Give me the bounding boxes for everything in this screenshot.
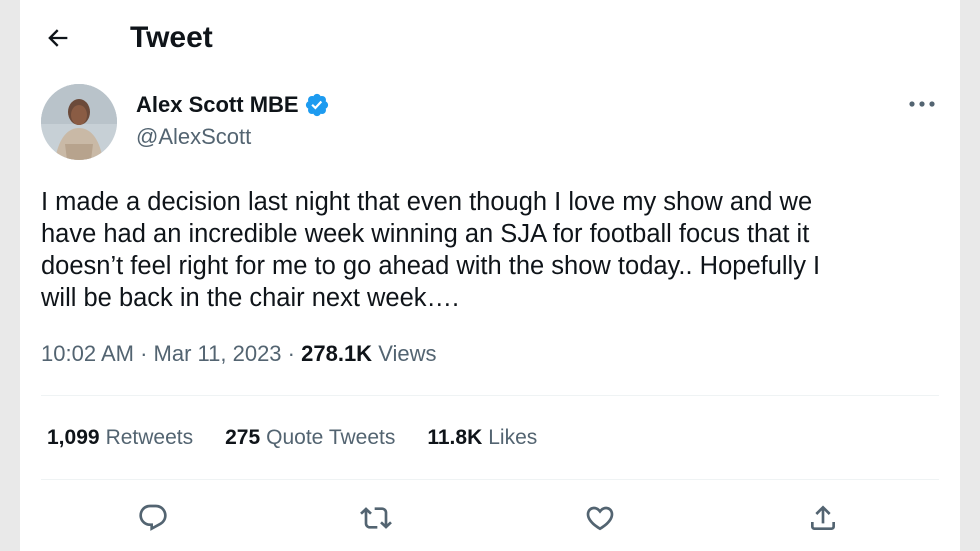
share-button[interactable]	[801, 496, 845, 540]
tweet-date[interactable]: Mar 11, 2023	[154, 341, 282, 366]
like-button[interactable]	[578, 496, 622, 540]
retweets-label: Retweets	[105, 426, 194, 449]
views-label: Views	[378, 341, 437, 366]
likes-stat[interactable]: 11.8K Likes	[427, 426, 537, 450]
views-count: 278.1K	[301, 341, 373, 366]
avatar-image	[41, 84, 117, 160]
divider	[41, 479, 939, 480]
author-handle[interactable]: @AlexScott	[136, 122, 251, 152]
verified-badge-icon	[305, 93, 328, 117]
retweet-button[interactable]	[354, 496, 398, 540]
header: Tweet	[20, 0, 960, 76]
tweet-text: I made a decision last night that even t…	[41, 188, 821, 312]
quote-tweets-count: 275	[225, 426, 261, 449]
engagement-stats: 1,099 Retweets 275 Quote Tweets 11.8K Li…	[47, 422, 569, 454]
tweet-meta: 10:02 AM · Mar 11, 2023 · 278.1K Views	[41, 338, 437, 370]
reply-icon	[139, 504, 167, 531]
meta-separator: ·	[287, 341, 295, 366]
display-name[interactable]: Alex Scott MBE	[136, 90, 299, 120]
like-icon	[586, 506, 614, 531]
meta-separator: ·	[140, 341, 148, 366]
retweets-count: 1,099	[47, 426, 100, 449]
likes-count: 11.8K	[427, 426, 483, 449]
reply-button[interactable]	[131, 496, 175, 540]
quote-tweets-stat[interactable]: 275 Quote Tweets	[225, 426, 395, 450]
page-title: Tweet	[130, 21, 213, 54]
back-button[interactable]	[40, 20, 76, 56]
author-name-row: Alex Scott MBE	[136, 89, 330, 121]
avatar[interactable]	[41, 84, 117, 160]
likes-label: Likes	[488, 426, 538, 449]
share-icon	[811, 505, 835, 530]
action-bar	[20, 496, 960, 540]
quote-tweets-label: Quote Tweets	[266, 426, 396, 449]
divider	[41, 395, 939, 396]
tweet-time[interactable]: 10:02 AM	[41, 341, 134, 366]
more-options-icon	[909, 101, 935, 107]
more-options-button[interactable]	[904, 92, 940, 116]
tweet-page: Tweet Alex Scott MBE @AlexScott I made a…	[20, 0, 960, 551]
retweets-stat[interactable]: 1,099 Retweets	[47, 426, 193, 450]
arrow-left-icon	[48, 29, 68, 47]
retweet-icon	[360, 507, 392, 529]
